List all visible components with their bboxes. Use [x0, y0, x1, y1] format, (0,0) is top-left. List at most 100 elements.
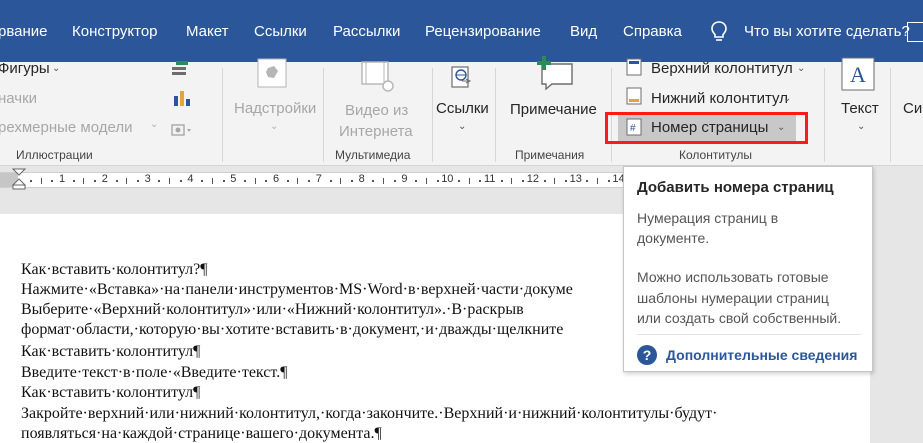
footer-button[interactable]: Нижний колонтитул	[651, 90, 788, 108]
more-info-link[interactable]: Дополнительные сведения	[666, 347, 857, 364]
ruler-tick	[51, 180, 54, 182]
new-comment-icon[interactable]	[534, 54, 576, 90]
document-line[interactable]: Введите·текст·в·поле·«Введите·текст.¶	[21, 364, 287, 382]
help-icon[interactable]: ?	[637, 345, 657, 365]
chevron-down-icon: ⌄	[458, 121, 467, 132]
ruler-number: 5	[230, 173, 237, 185]
indent-marker-icon[interactable]	[11, 167, 27, 191]
ruler-tick	[169, 178, 170, 184]
ruler-tick	[211, 178, 213, 184]
symbols-button[interactable]: Си	[903, 100, 922, 118]
ruler-tick	[243, 180, 246, 182]
ruler-number: 1	[59, 173, 66, 185]
ruler-tick	[286, 180, 289, 182]
document-line[interactable]: Как·вставить·колонтитул?¶	[21, 261, 208, 279]
tab-design[interactable]: Конструктор	[72, 23, 158, 41]
online-video-icon	[361, 61, 394, 92]
ruler-tick	[297, 178, 299, 184]
group-label-comments: Примечания	[515, 148, 585, 162]
links-icon[interactable]	[450, 65, 474, 91]
ruler-tick	[383, 178, 384, 184]
ruler-tick	[179, 180, 182, 182]
tooltip-divider	[637, 334, 861, 335]
screenshot-icon	[171, 124, 191, 136]
svg-text:A: A	[850, 62, 866, 87]
shapes-button[interactable]: Фигуры	[0, 60, 50, 78]
ruler-number: 6	[273, 173, 280, 185]
ruler-tick	[158, 180, 161, 182]
ruler-tick	[500, 180, 503, 182]
ruler-tick	[372, 180, 375, 182]
document-line[interactable]: Как·вставить·колонтитул¶	[21, 343, 200, 361]
menu-bar: рвание Конструктор Макет Ссылки Рассылки…	[0, 0, 923, 62]
ruler-tick	[436, 180, 439, 182]
group-label-illustrations: Иллюстрации	[16, 148, 93, 162]
ruler-tick	[83, 178, 85, 184]
tell-me-search[interactable]: Что вы хотите сделать?	[744, 23, 910, 41]
document-line[interactable]: формат·области,·которую·вы·хотите·встави…	[21, 321, 563, 339]
addins-button: Надстройки	[234, 100, 317, 117]
new-comment-button[interactable]: Примечание	[510, 101, 597, 119]
document-line[interactable]: Как·вставить·колонтитул¶	[21, 384, 200, 402]
icons-button: начки	[0, 90, 38, 107]
ruler-tick	[115, 180, 118, 182]
store-icon	[257, 58, 287, 88]
chevron-down-icon: ⌄	[857, 121, 866, 132]
ruler-number: 8	[358, 173, 365, 185]
document-line[interactable]: Нажмите·«Вставка»·на·панели·инструментов…	[21, 281, 573, 299]
header-button[interactable]: Верхний колонтитул	[651, 60, 793, 78]
ruler-tick	[308, 180, 311, 182]
tooltip-details: Можно использовать готовые	[637, 269, 829, 285]
ruler-number: 3	[144, 173, 151, 185]
ruler-tick	[425, 178, 427, 184]
ruler-tick	[607, 180, 610, 182]
ruler-tick	[340, 178, 342, 184]
document-line[interactable]: появляться·на·каждой·странице·вашего·док…	[21, 425, 382, 443]
group-separator	[495, 68, 496, 162]
share-icon[interactable]	[907, 22, 923, 42]
ruler-tick	[393, 180, 396, 182]
chevron-down-icon: ⌄	[270, 121, 279, 132]
ruler-tick	[597, 178, 598, 184]
ruler-tick	[350, 180, 353, 182]
document-line[interactable]: Выберите·«Верхний·колонтитул»·или·«Нижни…	[21, 301, 524, 319]
ruler-tick	[126, 178, 128, 184]
tab-mailings[interactable]: Рассылки	[333, 23, 400, 41]
ruler-number: 2	[101, 173, 108, 185]
ruler-tick	[201, 180, 204, 182]
ruler-number: 10	[441, 173, 454, 185]
tab-view[interactable]: Вид	[570, 23, 597, 41]
text-box-icon[interactable]: A	[840, 56, 876, 92]
ruler-number: 7	[315, 173, 322, 185]
links-button[interactable]: Ссылки	[436, 100, 489, 118]
tab-insert[interactable]: рвание	[0, 23, 48, 41]
ruler-tick	[29, 180, 32, 182]
footer-icon	[626, 87, 642, 105]
highlight-frame	[605, 112, 808, 144]
tooltip: Добавить номера страниц Нумерация страни…	[623, 166, 873, 372]
ruler-number: 11	[484, 173, 496, 185]
ruler-number: 4	[187, 173, 194, 185]
tab-layout[interactable]: Макет	[186, 23, 228, 41]
tab-review[interactable]: Рецензирование	[425, 23, 541, 41]
ruler-tick	[468, 178, 470, 184]
ruler-tick	[329, 180, 332, 182]
text-button[interactable]: Текст	[841, 100, 879, 118]
ruler-tick	[265, 180, 268, 182]
smartart-icon[interactable]	[170, 60, 192, 78]
tooltip-details: шаблоны нумерации страниц	[637, 290, 829, 306]
document-line[interactable]: Закройте·верхний·или·нижний·колонтитул,·…	[21, 405, 717, 423]
online-video-label-1: Видео из	[345, 102, 409, 119]
group-separator	[890, 68, 891, 162]
ruler-number: 13	[569, 173, 582, 185]
ruler-tick	[254, 178, 256, 184]
chart-icon[interactable]	[172, 88, 192, 108]
tab-references[interactable]: Ссылки	[254, 23, 307, 41]
ruler-number: 9	[401, 173, 408, 185]
ruler-tick	[586, 180, 589, 182]
tab-help[interactable]: Справка	[623, 23, 682, 41]
group-separator	[824, 68, 825, 162]
chevron-down-icon: ⌄	[52, 63, 61, 74]
tooltip-description: документе.	[637, 230, 710, 246]
ruler-number: 12	[526, 173, 540, 185]
